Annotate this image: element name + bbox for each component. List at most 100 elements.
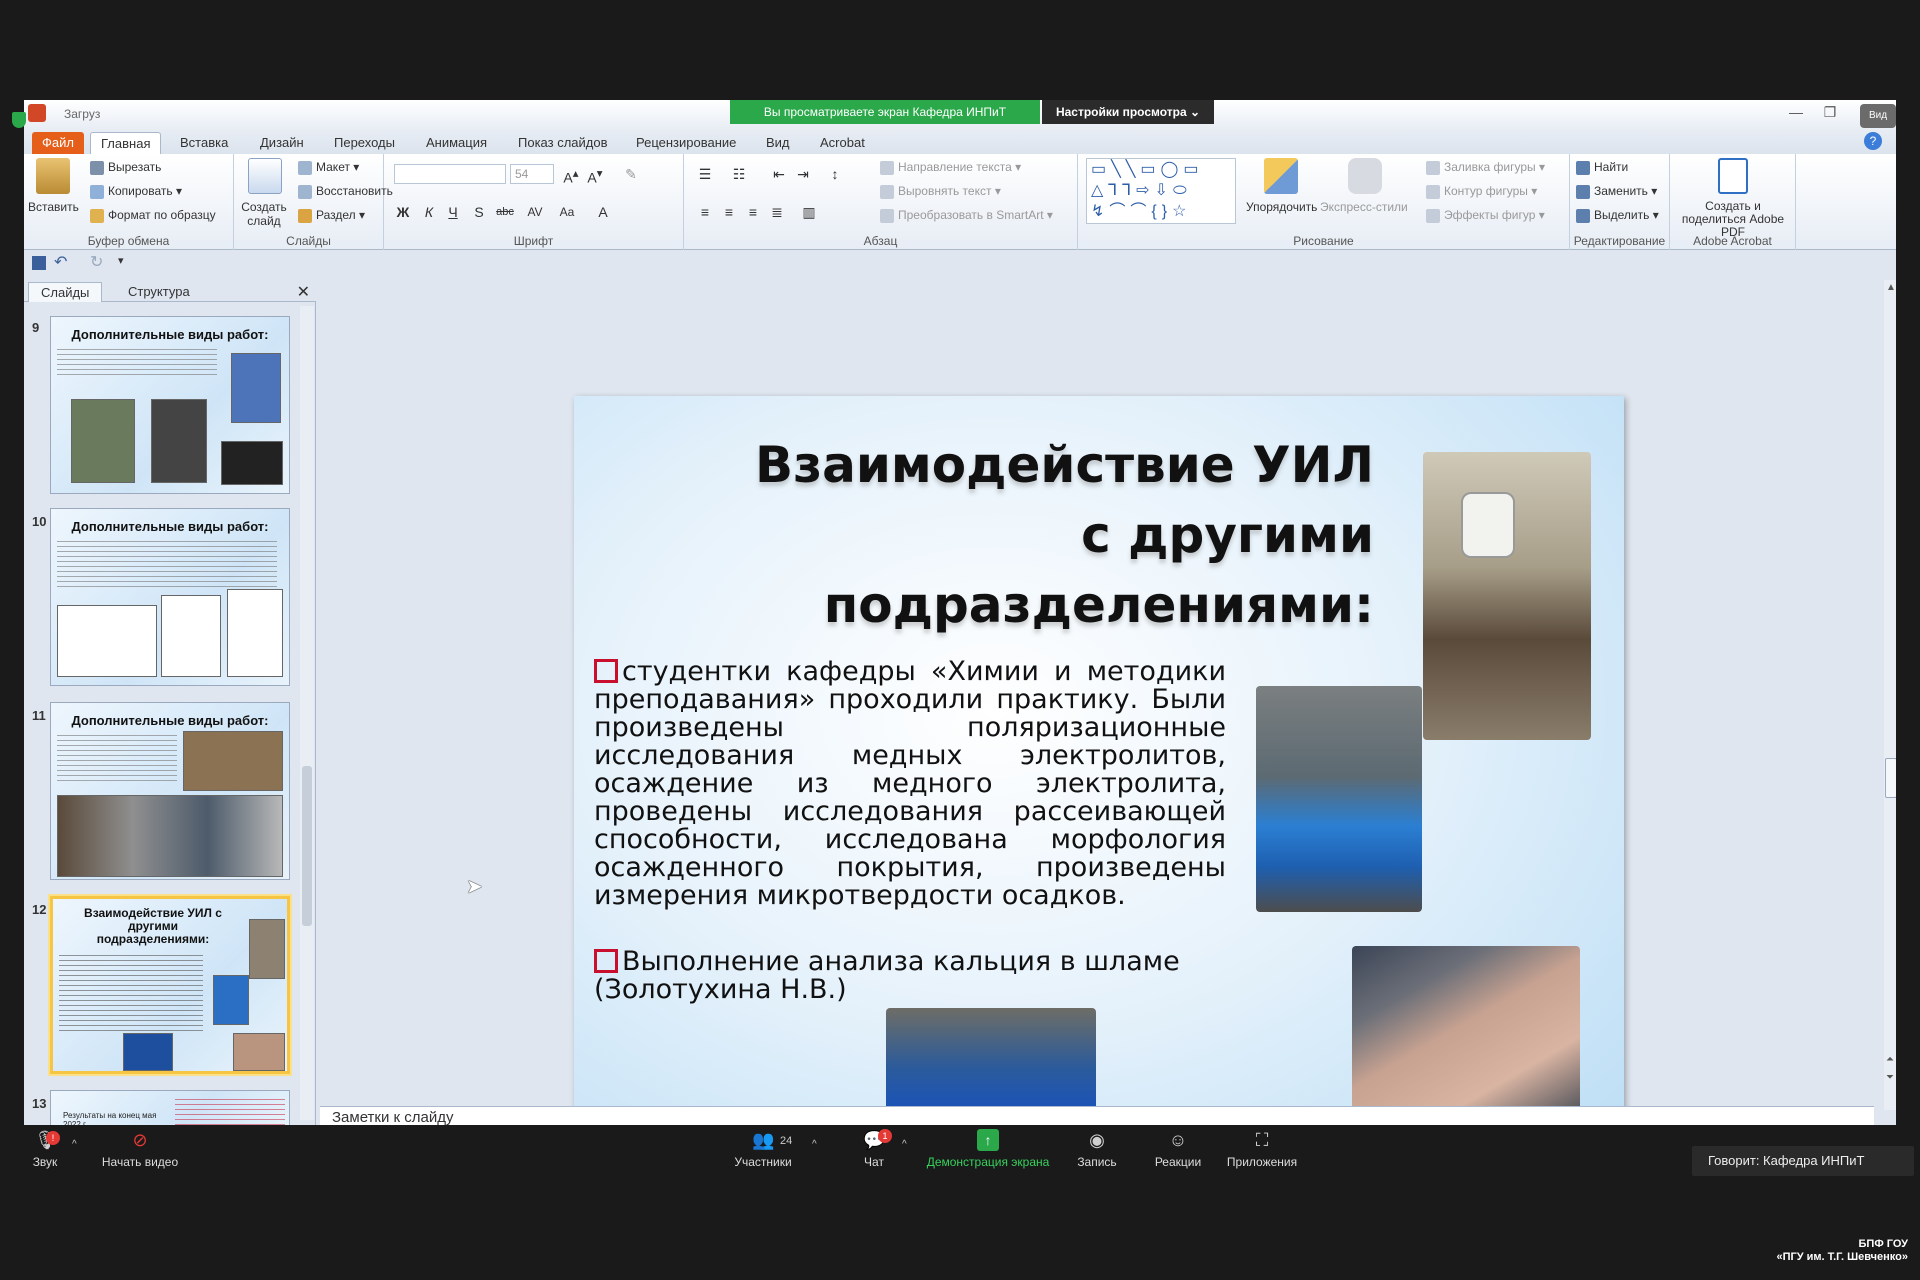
numbering-icon[interactable]: ☷ (728, 164, 750, 184)
line-spacing-icon[interactable]: ↕ (824, 164, 846, 184)
shape-effects-button[interactable]: Эффекты фигур ▾ (1426, 208, 1545, 223)
view-settings-button[interactable]: Настройки просмотра ⌄ (1042, 100, 1214, 124)
text-direction-button[interactable]: Направление текста ▾ (880, 160, 1021, 175)
spacing-icon[interactable]: AV (524, 202, 546, 222)
font-size-combo[interactable]: 54 (510, 164, 554, 184)
section-button[interactable]: Раздел ▾ (298, 208, 365, 223)
thumbnail-photo (213, 975, 249, 1025)
layout-button[interactable]: Макет ▾ (298, 160, 359, 175)
shape-outline-label: Контур фигуры (1444, 184, 1528, 198)
italic-button[interactable]: К (418, 202, 440, 222)
tab-file[interactable]: Файл (32, 132, 84, 154)
tab-view[interactable]: Вид (756, 132, 800, 154)
tab-acrobat[interactable]: Acrobat (810, 132, 875, 154)
align-left-icon[interactable]: ≡ (694, 202, 716, 222)
slide-thumbnail[interactable]: Результаты на конец мая 2022 г. (50, 1090, 290, 1125)
next-slide-icon[interactable]: ⏷ (1886, 1072, 1894, 1083)
reset-button[interactable]: Восстановить (298, 184, 393, 199)
close-icon[interactable]: ✕ (297, 282, 310, 302)
font-color-icon[interactable]: A (592, 202, 614, 222)
reactions-button[interactable]: ☺ Реакции (1150, 1129, 1206, 1179)
scrollbar-thumb[interactable] (302, 766, 312, 926)
prev-slide-icon[interactable]: ⏶ (1886, 1054, 1894, 1065)
screen-share-button[interactable]: ↑ Демонстрация экрана (922, 1129, 1054, 1179)
help-icon[interactable]: ? (1864, 132, 1882, 150)
copy-button[interactable]: Копировать ▾ (90, 184, 182, 199)
underline-button[interactable]: Ч (442, 202, 464, 222)
participants-options-icon[interactable]: ^ (812, 1139, 817, 1150)
slides-panel-scrollbar[interactable] (300, 306, 314, 1120)
tab-slideshow[interactable]: Показ слайдов (508, 132, 618, 154)
chat-options-icon[interactable]: ^ (902, 1139, 907, 1150)
justify-icon[interactable]: ≣ (766, 202, 788, 222)
tab-review[interactable]: Рецензирование (626, 132, 746, 154)
bold-button[interactable]: Ж (392, 202, 414, 222)
audio-options-icon[interactable]: ^ (72, 1139, 77, 1150)
paste-button[interactable]: Вставить (28, 158, 79, 228)
increase-indent-icon[interactable]: ⇥ (792, 164, 814, 184)
select-button[interactable]: Выделить ▾ (1576, 208, 1659, 223)
smartart-button[interactable]: Преобразовать в SmartArt ▾ (880, 208, 1053, 223)
replace-button[interactable]: Заменить ▾ (1576, 184, 1657, 199)
decrease-indent-icon[interactable]: ⇤ (768, 164, 790, 184)
tab-outline[interactable]: Структура (116, 282, 202, 302)
customize-qat-icon[interactable]: ▾ (118, 254, 124, 267)
chat-badge: 1 (878, 1129, 892, 1143)
align-text-button[interactable]: Выровнять текст ▾ (880, 184, 1001, 199)
create-share-pdf-button[interactable]: Создать и поделиться Adobe PDF (1674, 158, 1792, 239)
new-slide-button[interactable]: Создать слайд (238, 158, 290, 232)
cursor-icon (1576, 208, 1590, 223)
font-name-combo[interactable] (394, 164, 506, 184)
columns-icon[interactable]: ▥ (798, 202, 820, 222)
slide-number: 13 (32, 1096, 47, 1111)
shadow-button[interactable]: S (468, 202, 490, 222)
start-video-button[interactable]: ⊘ Начать видео (96, 1129, 184, 1179)
restore-icon[interactable]: ❐ (1816, 104, 1844, 122)
clear-format-icon[interactable]: ✎ (620, 164, 642, 184)
replace-label: Заменить (1594, 184, 1648, 198)
align-right-icon[interactable]: ≡ (742, 202, 764, 222)
slide-number: 11 (32, 708, 46, 723)
find-button[interactable]: Найти (1576, 160, 1628, 175)
view-button[interactable]: Вид (1860, 104, 1896, 128)
minimize-icon[interactable]: — (1782, 104, 1810, 122)
tab-design[interactable]: Дизайн (250, 132, 314, 154)
tab-transitions[interactable]: Переходы (324, 132, 405, 154)
apps-button[interactable]: ⛶ Приложения (1224, 1129, 1300, 1179)
redo-icon[interactable]: ↻ (90, 252, 103, 272)
thumbnail-title: Дополнительные виды работ: (71, 713, 269, 728)
arrange-button[interactable]: Упорядочить (1246, 158, 1317, 228)
shape-outline-button[interactable]: Контур фигуры ▾ (1426, 184, 1537, 199)
shrink-font-icon[interactable]: A▾ (584, 164, 606, 186)
change-case-icon[interactable]: Aa (556, 202, 578, 222)
tab-slides[interactable]: Слайды (28, 282, 103, 302)
cut-button[interactable]: Вырезать (90, 160, 161, 175)
slide-thumbnail-selected[interactable]: Взаимодействие УИЛ с другими подразделен… (50, 896, 290, 1074)
apps-label: Приложения (1226, 1155, 1298, 1169)
thumbnail-photo (71, 399, 135, 483)
font-group-label: Шрифт (513, 234, 554, 248)
bullets-icon[interactable]: ☰ (694, 164, 716, 184)
shapes-gallery[interactable]: ▭╲╲▭◯▭ △⅂⅂⇨⇩⬭ ↯⌒⌒{}☆ (1086, 158, 1236, 224)
align-center-icon[interactable]: ≡ (718, 202, 740, 222)
slide-thumbnail[interactable]: Дополнительные виды работ: (50, 508, 290, 686)
slide-vertical-scrollbar[interactable]: ▲ ⏶ ⏷ (1884, 280, 1896, 1110)
format-painter-button[interactable]: Формат по образцу (90, 208, 216, 223)
tab-home[interactable]: Главная (90, 132, 162, 154)
undo-icon[interactable]: ↶ (54, 252, 67, 272)
notes-pane[interactable]: Заметки к слайду (320, 1106, 1874, 1125)
grow-font-icon[interactable]: A▴ (560, 164, 582, 186)
strikethrough-button[interactable]: abc (494, 202, 516, 222)
current-slide[interactable]: Взаимодействие УИЛ с другими подразделен… (574, 396, 1624, 1125)
slide-thumbnail[interactable]: Дополнительные виды работ: (50, 702, 290, 880)
save-icon[interactable] (32, 256, 46, 270)
quick-styles-button[interactable]: Экспресс-стили (1320, 158, 1416, 228)
shape-fill-button[interactable]: Заливка фигуры ▾ (1426, 160, 1545, 175)
find-label: Найти (1594, 160, 1629, 174)
scrollbar-thumb[interactable] (1885, 758, 1896, 798)
scroll-up-icon[interactable]: ▲ (1886, 282, 1896, 293)
record-button[interactable]: ◉ Запись (1072, 1129, 1122, 1179)
tab-animation[interactable]: Анимация (416, 132, 497, 154)
slide-thumbnail[interactable]: Дополнительные виды работ: (50, 316, 290, 494)
tab-insert[interactable]: Вставка (170, 132, 238, 154)
